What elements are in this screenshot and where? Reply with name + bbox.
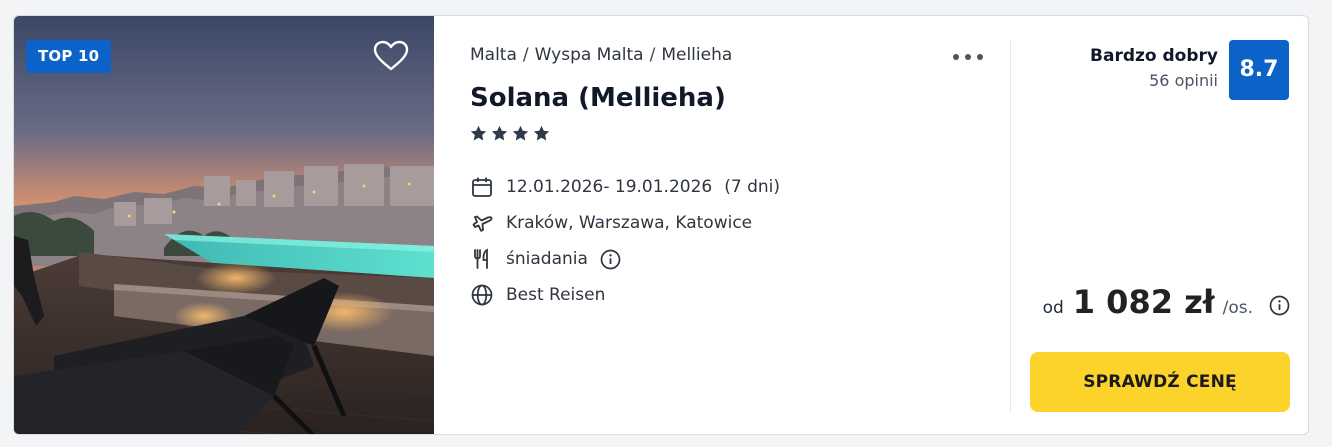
calendar-icon [470, 175, 494, 199]
travel-duration: (7 dni) [724, 177, 780, 197]
hotel-photo[interactable]: TOP 10 [14, 16, 434, 434]
info-circle-icon [1269, 295, 1290, 316]
price-amount: 1 082 zł [1072, 283, 1215, 321]
plane-icon [470, 211, 494, 235]
breadcrumb: Malta / Wyspa Malta / Mellieha [470, 45, 732, 65]
hotel-photo-image [14, 16, 434, 434]
star-icon [491, 125, 508, 141]
departures-row: Kraków, Warszawa, Katowice [470, 205, 780, 241]
globe-icon [470, 283, 494, 307]
rating-label: Bardzo dobry [1090, 46, 1218, 66]
star-icon [533, 125, 550, 141]
top10-badge: TOP 10 [26, 40, 112, 73]
more-horizontal-icon [953, 54, 959, 60]
more-horizontal-icon-dot [965, 54, 971, 60]
operator-row: Best Reisen [470, 277, 780, 313]
offer-info-list: 12.01.2026- 19.01.2026 (7 dni) Kraków, W… [470, 169, 780, 313]
breadcrumb-country[interactable]: Malta [470, 45, 517, 65]
check-price-button[interactable]: SPRAWDŹ CENĘ [1030, 352, 1290, 412]
breadcrumb-city[interactable]: Mellieha [661, 45, 732, 65]
more-horizontal-icon-dot [977, 54, 983, 60]
star-icon [512, 125, 529, 141]
more-options-button[interactable] [950, 46, 986, 68]
breadcrumb-region[interactable]: Wyspa Malta [535, 45, 644, 65]
price-prefix: od [1042, 298, 1064, 318]
hotel-stars [470, 125, 550, 142]
rating-score: 8.7 [1229, 40, 1289, 100]
board-type: śniadania [506, 249, 588, 269]
departure-airports: Kraków, Warszawa, Katowice [506, 213, 753, 233]
price-panel: Bardzo dobry 56 opinii 8.7 od 1 082 zł /… [1011, 16, 1308, 434]
info-circle-icon [600, 249, 621, 269]
offer-details: Malta / Wyspa Malta / Mellieha Solana (Melli… [434, 16, 1010, 434]
favorite-button[interactable] [370, 36, 412, 76]
rating-summary: Bardzo dobry 56 opinii [1090, 45, 1218, 91]
board-row: śniadania [470, 241, 780, 277]
breadcrumb-separator: / [649, 45, 656, 65]
review-count[interactable]: 56 opinii [1090, 71, 1218, 91]
heart-outline-icon [373, 40, 409, 71]
cutlery-icon [470, 247, 494, 271]
board-info-button[interactable] [600, 249, 621, 270]
price-suffix: /os. [1222, 298, 1253, 318]
breadcrumb-separator: / [522, 45, 529, 65]
travel-dates: 12.01.2026- 19.01.2026 [506, 177, 713, 197]
price-info-button[interactable] [1269, 295, 1290, 320]
offer-card[interactable]: TOP 10 Malta / Wyspa Malta / Mellieha Solana… [13, 15, 1309, 435]
dates-row: 12.01.2026- 19.01.2026 (7 dni) [470, 169, 780, 205]
tour-operator: Best Reisen [506, 285, 606, 305]
price: od 1 082 zł /os. [1043, 283, 1290, 321]
star-icon [470, 125, 487, 141]
hotel-name[interactable]: Solana (Mellieha) [470, 83, 726, 113]
